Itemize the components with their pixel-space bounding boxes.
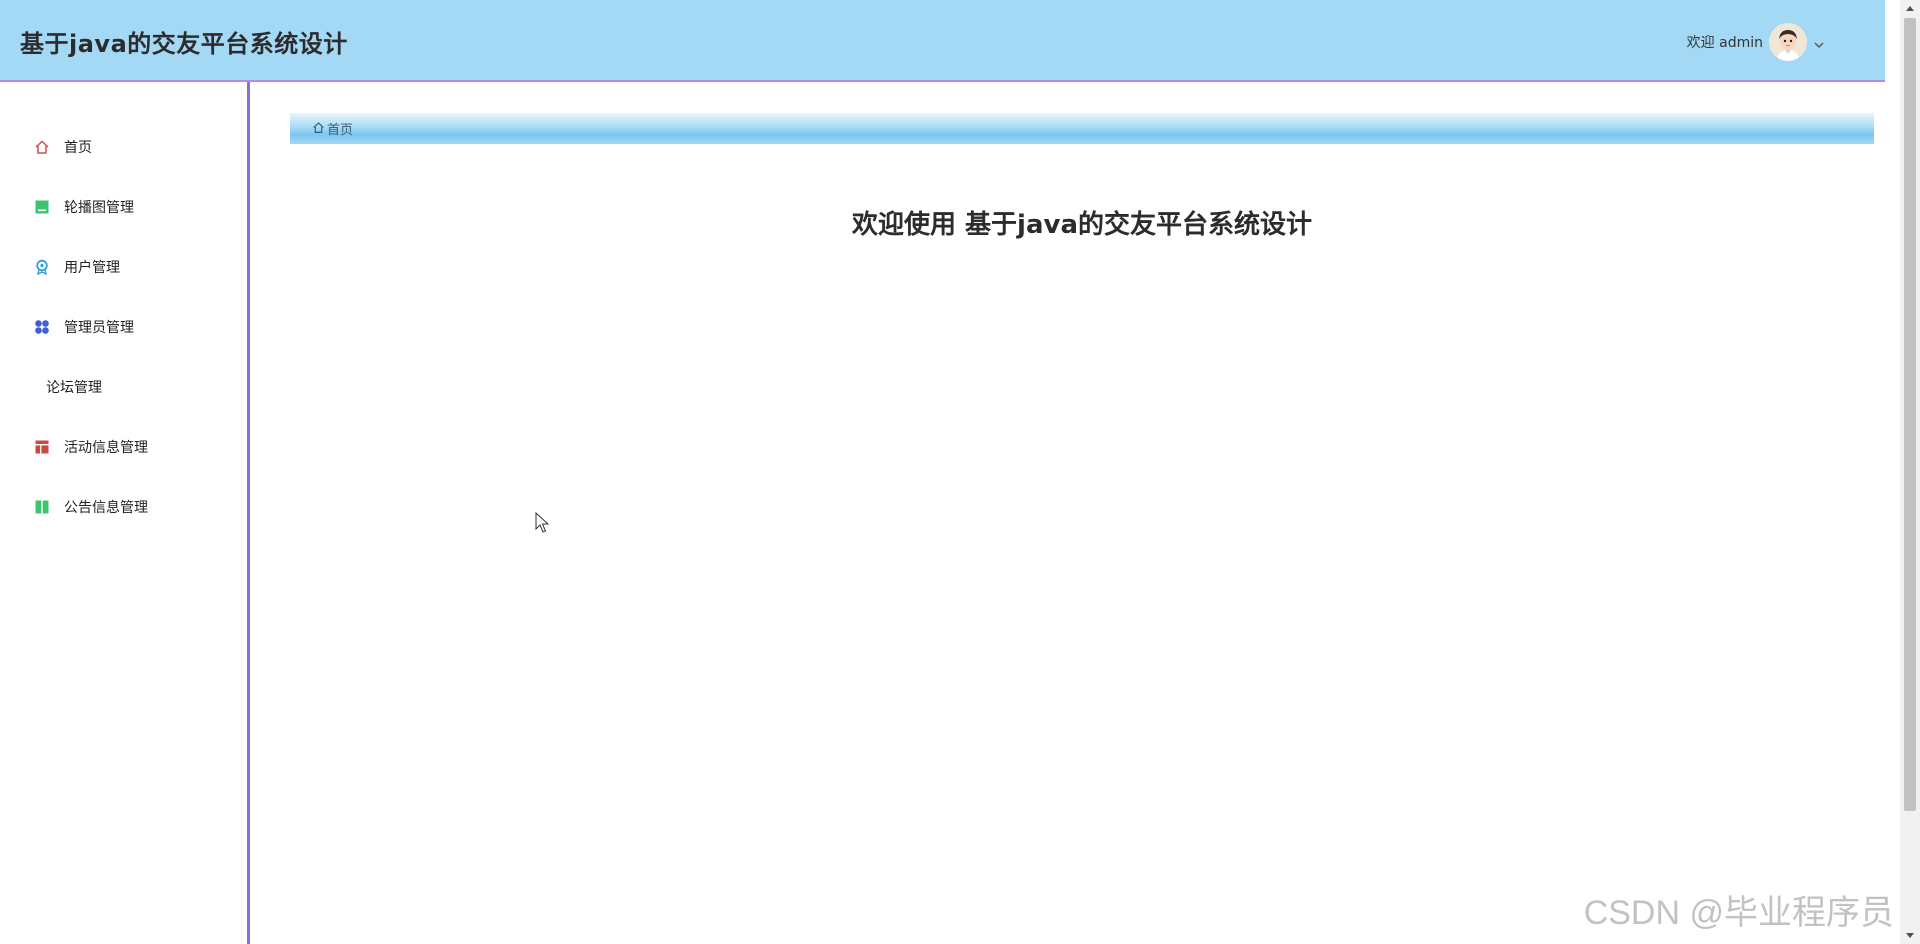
chevron-down-icon[interactable] (1813, 36, 1825, 48)
vertical-scrollbar[interactable] (1900, 0, 1920, 944)
user-menu[interactable]: 欢迎 admin (1687, 22, 1825, 62)
sidebar-item-forum[interactable]: 论坛管理 (0, 357, 247, 417)
home-icon (312, 119, 325, 138)
sidebar-item-label: 轮播图管理 (64, 200, 134, 216)
watermark-text: CSDN @毕业程序员 (1583, 894, 1894, 932)
sidebar-item-notices[interactable]: 公告信息管理 (0, 477, 247, 537)
scrollbar-thumb[interactable] (1904, 18, 1916, 811)
main-content: 首页 欢迎使用 基于java的交友平台系统设计 (290, 82, 1874, 944)
grid-icon (34, 319, 50, 335)
sidebar-item-label: 论坛管理 (46, 380, 102, 396)
breadcrumb: 首页 (290, 113, 1874, 144)
top-header: 基于java的交友平台系统设计 欢迎 admin (0, 0, 1885, 82)
scroll-down-icon[interactable] (1900, 928, 1920, 944)
sidebar-item-label: 活动信息管理 (64, 440, 148, 456)
scroll-up-icon[interactable] (1900, 0, 1920, 16)
sidebar-item-users[interactable]: 用户管理 (0, 237, 247, 297)
home-icon (34, 139, 50, 155)
user-badge-icon (34, 259, 50, 275)
mouse-pointer-icon (535, 512, 550, 533)
image-icon (34, 199, 50, 215)
app-title: 基于java的交友平台系统设计 (20, 30, 348, 58)
app-viewport: 基于java的交友平台系统设计 欢迎 admin 首页 轮播图管理 用户管理 管… (0, 0, 1900, 944)
breadcrumb-item-home[interactable]: 首页 (312, 119, 353, 138)
sidebar-item-label: 用户管理 (64, 260, 120, 276)
book-icon (34, 499, 50, 515)
breadcrumb-label: 首页 (327, 123, 354, 138)
sidebar-item-home[interactable]: 首页 (0, 117, 247, 177)
user-avatar-icon[interactable] (1769, 23, 1807, 61)
sidebar-item-carousel[interactable]: 轮播图管理 (0, 177, 247, 237)
table-icon (34, 439, 50, 455)
sidebar: 首页 轮播图管理 用户管理 管理员管理 论坛管理 活动信息管理 公告信息管理 (0, 82, 250, 944)
sidebar-item-admins[interactable]: 管理员管理 (0, 297, 247, 357)
welcome-heading: 欢迎使用 基于java的交友平台系统设计 (851, 210, 1312, 240)
sidebar-item-label: 首页 (64, 140, 92, 156)
sidebar-item-label: 管理员管理 (64, 320, 134, 336)
sidebar-item-activities[interactable]: 活动信息管理 (0, 417, 247, 477)
welcome-user-text: 欢迎 admin (1686, 35, 1763, 51)
sidebar-item-label: 公告信息管理 (64, 500, 148, 516)
